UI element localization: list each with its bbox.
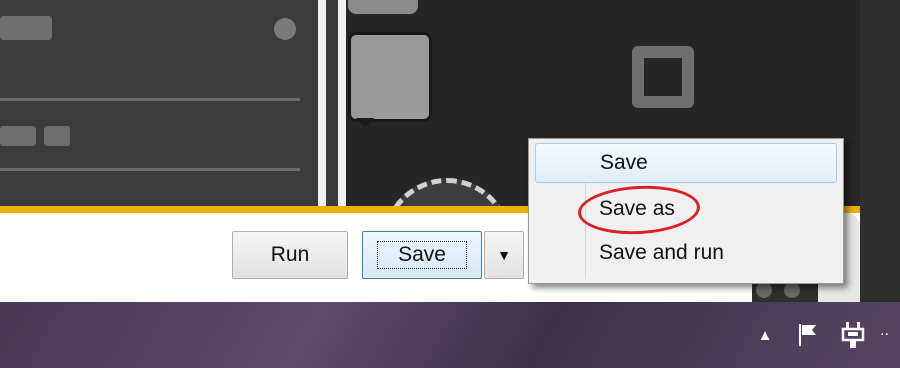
left-panel: [0, 0, 318, 210]
menu-item-save[interactable]: Save: [535, 143, 837, 183]
nub-icon: [756, 282, 772, 298]
status-dot-icon: [274, 18, 296, 40]
overflow-dots-icon[interactable]: ..: [880, 322, 900, 350]
chat-bubble-tail-icon: [356, 118, 374, 128]
separator-line: [0, 168, 300, 171]
menu-item-save-and-run[interactable]: Save and run: [535, 233, 837, 273]
save-button-label: Save: [398, 243, 446, 266]
save-button[interactable]: Save: [362, 231, 482, 279]
chat-bubble-top-icon: [348, 0, 418, 14]
save-options-dropdown-button[interactable]: ▼: [484, 231, 524, 279]
chevron-down-icon: ▼: [497, 247, 511, 263]
placeholder-block: [44, 126, 70, 146]
placeholder-block: [0, 126, 36, 146]
run-button[interactable]: Run: [232, 231, 348, 279]
separator-line: [0, 98, 300, 101]
panel-divider-gap: [326, 0, 338, 210]
chat-bubble-icon: [348, 32, 432, 122]
stop-square-icon: [632, 46, 694, 108]
power-plug-icon[interactable]: [840, 320, 868, 350]
right-edge-panel: [860, 0, 900, 300]
menu-item-label: Save and run: [599, 241, 724, 264]
nub-icon: [784, 282, 800, 298]
placeholder-block: [0, 16, 52, 40]
menu-item-label: Save: [600, 151, 648, 174]
action-center-flag-icon[interactable]: [794, 320, 824, 350]
show-hidden-icons-arrow-icon[interactable]: ▲: [754, 324, 776, 346]
